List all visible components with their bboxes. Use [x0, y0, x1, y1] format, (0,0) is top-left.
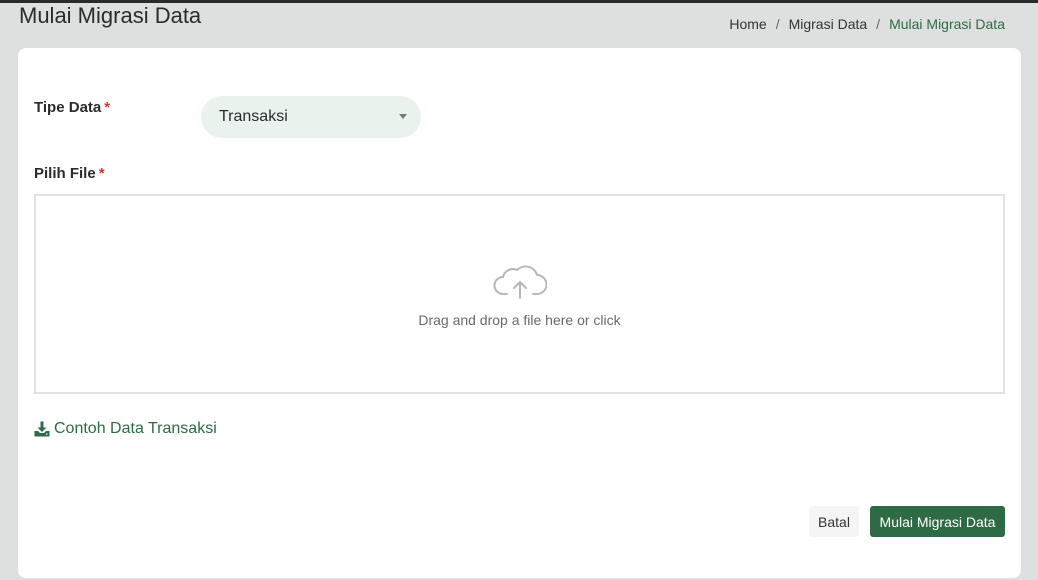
breadcrumb-migrasi-data[interactable]: Migrasi Data [789, 15, 868, 33]
sample-data-download-link[interactable]: Contoh Data Transaksi [34, 420, 217, 438]
caret-down-icon [399, 114, 407, 119]
cloud-upload-icon [493, 265, 547, 299]
page-title: Mulai Migrasi Data [19, 3, 202, 28]
required-mark: * [104, 99, 111, 116]
cancel-button[interactable]: Batal [809, 506, 859, 537]
breadcrumb-separator: / [876, 16, 881, 32]
start-migration-button[interactable]: Mulai Migrasi Data [870, 506, 1005, 537]
pilih-file-label-text: Pilih File [34, 165, 96, 182]
tipe-data-selected-value: Transaksi [219, 108, 288, 125]
dropzone-instruction: Drag and drop a file here or click [418, 312, 621, 328]
tipe-data-label: Tipe Data * [34, 99, 110, 116]
breadcrumb-separator: / [775, 16, 780, 32]
required-mark: * [98, 165, 105, 182]
tipe-data-select[interactable]: Transaksi [201, 96, 421, 138]
pilih-file-label: Pilih File * [34, 165, 105, 182]
form-card: Tipe Data * Transaksi Pilih File * Drag an… [18, 48, 1021, 578]
breadcrumb: Home / Migrasi Data / Mulai Migrasi Data [729, 15, 1005, 33]
file-dropzone[interactable]: Drag and drop a file here or click [34, 194, 1005, 394]
sample-data-label: Contoh Data Transaksi [54, 420, 217, 437]
tipe-data-label-text: Tipe Data [34, 99, 102, 116]
breadcrumb-current: Mulai Migrasi Data [889, 16, 1005, 32]
download-icon [34, 421, 50, 437]
breadcrumb-home[interactable]: Home [729, 15, 766, 33]
